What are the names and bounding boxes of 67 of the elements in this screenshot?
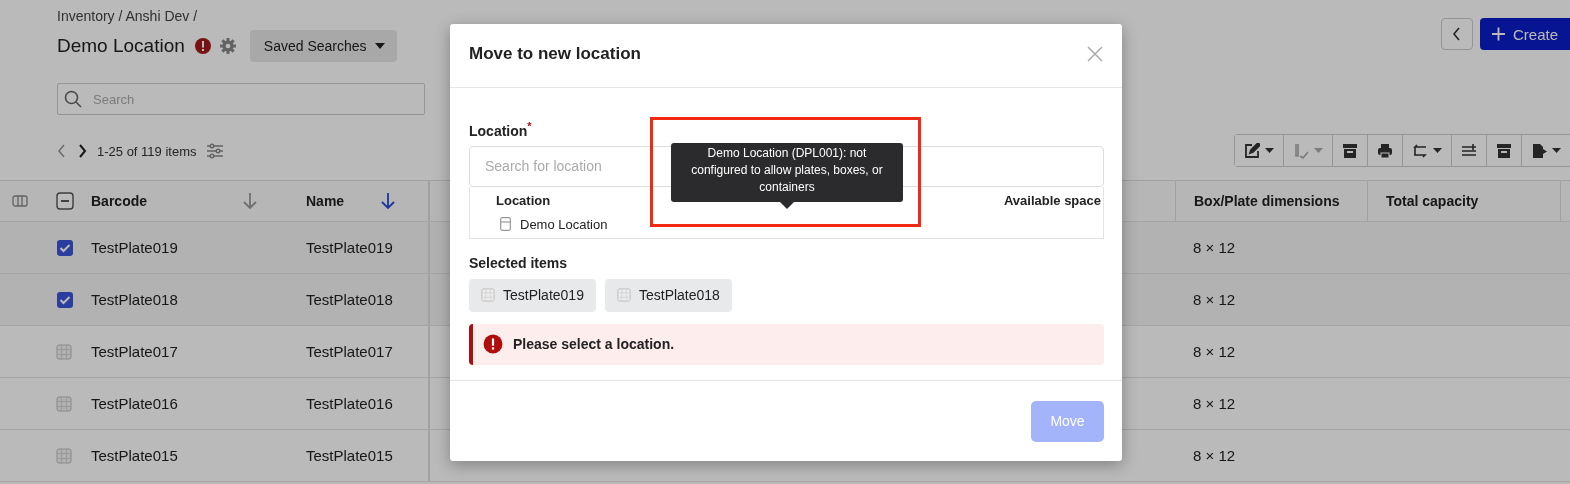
table-cell: TestPlate016 bbox=[306, 395, 393, 412]
search-icon bbox=[64, 90, 82, 108]
table-cell: TestPlate015 bbox=[306, 447, 393, 464]
results-column-header: Location bbox=[496, 192, 551, 208]
table-cell: 8 × 12 bbox=[1193, 447, 1236, 464]
plate-icon bbox=[481, 288, 495, 303]
table-cell: TestPlate017 bbox=[91, 343, 178, 360]
selected-item-chip[interactable]: TestPlate018 bbox=[604, 278, 732, 312]
tooltip-pointer-icon bbox=[780, 202, 794, 209]
transfer-icon bbox=[1412, 142, 1428, 159]
field-label: Location$^{*}$ bbox=[469, 120, 533, 139]
chevron-left-icon bbox=[1452, 27, 1462, 41]
settings-icon[interactable] bbox=[218, 37, 237, 55]
pagination-count: 1-25 of 119 items bbox=[97, 143, 197, 159]
error-icon bbox=[483, 334, 503, 355]
edit-icon bbox=[1244, 142, 1260, 159]
list-add-icon bbox=[1461, 142, 1477, 159]
table-cell: TestPlate018 bbox=[306, 291, 393, 308]
dialog-title: Move to new location bbox=[469, 43, 641, 64]
cabinet-icon bbox=[500, 217, 511, 232]
selected-item-chip[interactable]: TestPlate019 bbox=[469, 278, 596, 312]
column-header[interactable]: Barcode bbox=[91, 193, 148, 209]
row-checkbox[interactable] bbox=[56, 238, 74, 257]
page-title: Demo Location bbox=[57, 35, 185, 57]
section-label: Selected items bbox=[469, 254, 569, 271]
export-icon bbox=[1531, 142, 1547, 159]
error-message: Please select a location. bbox=[513, 336, 675, 353]
table-cell: TestPlate016 bbox=[91, 395, 178, 412]
filter-sliders-icon[interactable] bbox=[206, 143, 225, 159]
plate-icon bbox=[616, 288, 631, 303]
caret-icon bbox=[374, 43, 385, 49]
results-column-header: Available space bbox=[1003, 192, 1101, 208]
create-button[interactable]: Create bbox=[1480, 18, 1570, 50]
caret-icon bbox=[1433, 148, 1442, 153]
plus-icon bbox=[1492, 27, 1505, 41]
table-cell: 8 × 12 bbox=[1193, 343, 1236, 360]
table-cell: 8 × 12 bbox=[1193, 239, 1236, 256]
column-header[interactable]: Name bbox=[306, 193, 345, 209]
tube-icon bbox=[1293, 142, 1309, 159]
saved-searches-button[interactable]: Saved Searches bbox=[249, 30, 397, 62]
table-cell: 8 × 12 bbox=[1193, 395, 1236, 412]
row-checkbox[interactable] bbox=[56, 290, 74, 309]
table-cell: TestPlate019 bbox=[306, 239, 393, 256]
column-header[interactable]: Box/Plate dimensions bbox=[1194, 193, 1340, 209]
table-cell: TestPlate019 bbox=[91, 239, 178, 256]
caret-icon bbox=[1265, 148, 1274, 153]
select-all-checkbox[interactable] bbox=[56, 192, 74, 210]
columns-icon[interactable] bbox=[12, 195, 28, 207]
location-option[interactable]: Demo Location bbox=[496, 216, 1101, 232]
sort-arrow-icon[interactable] bbox=[380, 192, 396, 210]
table-cell: TestPlate018 bbox=[91, 291, 178, 308]
breadcrumb: Inventory / Anshi Dev / bbox=[57, 8, 199, 24]
next-page-icon[interactable] bbox=[77, 144, 87, 158]
table-cell: TestPlate015 bbox=[91, 447, 178, 464]
back-button[interactable] bbox=[1441, 18, 1473, 50]
archive-icon bbox=[1496, 142, 1512, 159]
sort-arrow-icon[interactable] bbox=[242, 192, 258, 210]
caret-icon bbox=[1552, 148, 1561, 153]
caret-icon bbox=[1314, 148, 1323, 153]
search-field[interactable]: Search bbox=[57, 83, 425, 115]
table-cell: 8 × 12 bbox=[1193, 291, 1236, 308]
alert-icon bbox=[193, 37, 212, 55]
previous-page-icon[interactable] bbox=[57, 144, 67, 158]
archive-icon bbox=[1342, 142, 1358, 159]
table-cell: TestPlate017 bbox=[306, 343, 393, 360]
column-header[interactable]: Total capacity bbox=[1386, 193, 1479, 209]
print-icon bbox=[1377, 142, 1393, 159]
